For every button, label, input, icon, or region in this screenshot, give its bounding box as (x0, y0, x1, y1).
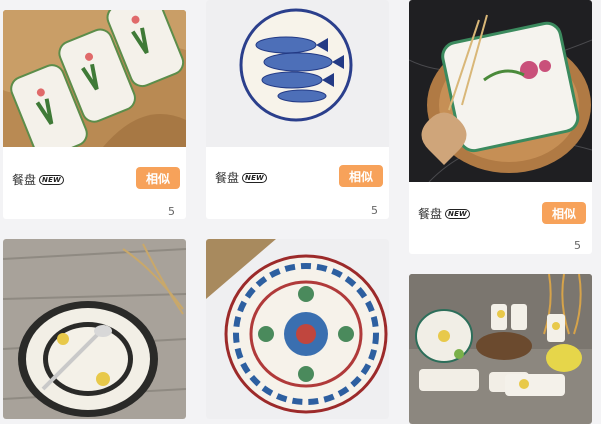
product-title: 餐盘 NEW (215, 169, 267, 186)
product-image[interactable] (206, 239, 389, 419)
product-card[interactable] (409, 274, 592, 424)
product-card[interactable]: 餐盘 NEW 相似 5 (409, 0, 592, 254)
product-card[interactable] (3, 239, 186, 419)
new-badge: NEW (242, 172, 267, 183)
product-title: 餐盘 NEW (12, 171, 64, 188)
product-image[interactable] (3, 10, 186, 147)
product-name: 餐盘 (418, 207, 443, 221)
new-badge: NEW (39, 174, 64, 185)
item-count: 5 (168, 205, 175, 218)
item-count: 5 (371, 204, 378, 217)
product-card[interactable] (206, 239, 389, 419)
product-image[interactable] (206, 0, 389, 147)
product-name: 餐盘 (215, 171, 240, 185)
product-card[interactable]: 餐盘 NEW 相似 5 (3, 10, 186, 219)
new-badge: NEW (445, 208, 470, 219)
product-image[interactable] (409, 0, 592, 182)
product-title: 餐盘 NEW (418, 205, 470, 222)
product-name: 餐盘 (12, 173, 37, 187)
similar-button[interactable]: 相似 (136, 167, 180, 189)
item-count: 5 (574, 239, 581, 252)
similar-button[interactable]: 相似 (339, 165, 383, 187)
product-image[interactable] (409, 274, 592, 424)
product-card[interactable]: 餐盘 NEW 相似 5 (206, 0, 389, 219)
product-image[interactable] (3, 239, 186, 419)
similar-button[interactable]: 相似 (542, 202, 586, 224)
